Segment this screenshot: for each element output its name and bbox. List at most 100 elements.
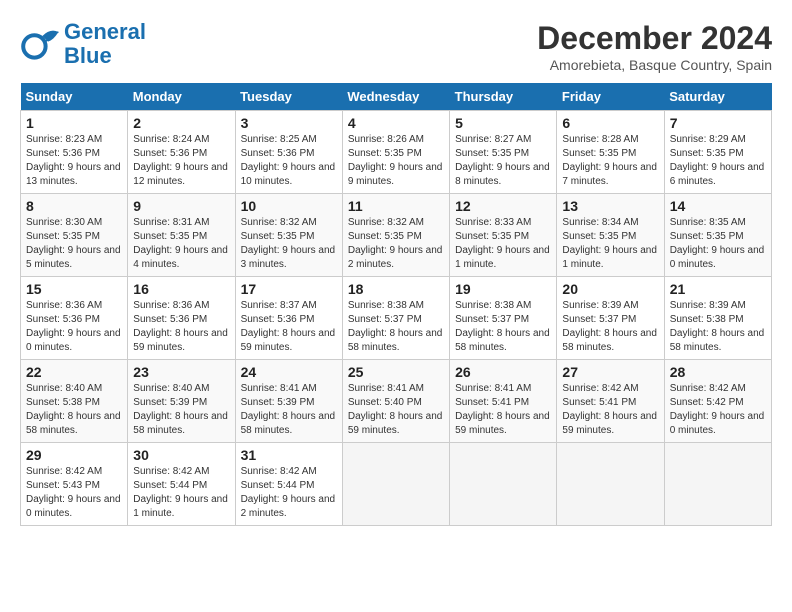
day-info: Sunrise: 8:42 AM Sunset: 5:44 PM Dayligh… <box>133 465 229 521</box>
day-header-friday: Friday <box>557 83 664 111</box>
day-number: 1 <box>26 115 122 131</box>
day-number: 9 <box>133 198 229 214</box>
day-header-sunday: Sunday <box>21 83 128 111</box>
calendar-cell: 24 Sunrise: 8:41 AM Sunset: 5:39 PM Dayli… <box>235 360 342 443</box>
day-number: 22 <box>26 364 122 380</box>
calendar-cell: 4Sunrise: 8:26 AM Sunset: 5:35 PM Daylig… <box>342 111 449 194</box>
calendar-cell: 21 Sunrise: 8:39 AM Sunset: 5:38 PM Dayli… <box>664 277 771 360</box>
day-number: 26 <box>455 364 551 380</box>
day-number: 19 <box>455 281 551 297</box>
day-number: 29 <box>26 447 122 463</box>
day-info: Sunrise: 8:26 AM Sunset: 5:35 PM Dayligh… <box>348 133 444 189</box>
title-block: December 2024 Amorebieta, Basque Country… <box>537 20 772 73</box>
day-number: 15 <box>26 281 122 297</box>
day-header-thursday: Thursday <box>450 83 557 111</box>
day-info: Sunrise: 8:39 AM Sunset: 5:37 PM Dayligh… <box>562 299 658 355</box>
calendar-cell: 11 Sunrise: 8:32 AM Sunset: 5:35 PM Dayli… <box>342 194 449 277</box>
day-info: Sunrise: 8:29 AM Sunset: 5:35 PM Dayligh… <box>670 133 766 189</box>
calendar-cell: 18Sunrise: 8:38 AM Sunset: 5:37 PM Dayli… <box>342 277 449 360</box>
day-info: Sunrise: 8:40 AM Sunset: 5:38 PM Dayligh… <box>26 382 122 438</box>
calendar-cell: 27 Sunrise: 8:42 AM Sunset: 5:41 PM Dayli… <box>557 360 664 443</box>
day-number: 6 <box>562 115 658 131</box>
calendar-cell: 6 Sunrise: 8:28 AM Sunset: 5:35 PM Daylig… <box>557 111 664 194</box>
day-number: 3 <box>241 115 337 131</box>
day-info: Sunrise: 8:35 AM Sunset: 5:35 PM Dayligh… <box>670 216 766 272</box>
calendar-week-row: 1 Sunrise: 8:23 AM Sunset: 5:36 PM Daylig… <box>21 111 772 194</box>
calendar-cell: 28 Sunrise: 8:42 AM Sunset: 5:42 PM Dayli… <box>664 360 771 443</box>
calendar-cell: 30 Sunrise: 8:42 AM Sunset: 5:44 PM Dayli… <box>128 443 235 526</box>
calendar-cell: 1 Sunrise: 8:23 AM Sunset: 5:36 PM Daylig… <box>21 111 128 194</box>
day-header-tuesday: Tuesday <box>235 83 342 111</box>
day-header-wednesday: Wednesday <box>342 83 449 111</box>
day-info: Sunrise: 8:32 AM Sunset: 5:35 PM Dayligh… <box>348 216 444 272</box>
day-info: Sunrise: 8:37 AM Sunset: 5:36 PM Dayligh… <box>241 299 337 355</box>
calendar-cell: 23Sunrise: 8:40 AM Sunset: 5:39 PM Dayli… <box>128 360 235 443</box>
day-info: Sunrise: 8:38 AM Sunset: 5:37 PM Dayligh… <box>455 299 551 355</box>
calendar-week-row: 15 Sunrise: 8:36 AM Sunset: 5:36 PM Dayli… <box>21 277 772 360</box>
day-number: 17 <box>241 281 337 297</box>
day-header-saturday: Saturday <box>664 83 771 111</box>
day-info: Sunrise: 8:27 AM Sunset: 5:35 PM Dayligh… <box>455 133 551 189</box>
day-info: Sunrise: 8:31 AM Sunset: 5:35 PM Dayligh… <box>133 216 229 272</box>
calendar-cell: 7Sunrise: 8:29 AM Sunset: 5:35 PM Daylig… <box>664 111 771 194</box>
calendar-cell: 17 Sunrise: 8:37 AM Sunset: 5:36 PM Dayli… <box>235 277 342 360</box>
day-number: 23 <box>133 364 229 380</box>
day-info: Sunrise: 8:41 AM Sunset: 5:40 PM Dayligh… <box>348 382 444 438</box>
calendar-cell: 5 Sunrise: 8:27 AM Sunset: 5:35 PM Daylig… <box>450 111 557 194</box>
day-info: Sunrise: 8:41 AM Sunset: 5:39 PM Dayligh… <box>241 382 337 438</box>
calendar-cell <box>450 443 557 526</box>
day-number: 30 <box>133 447 229 463</box>
calendar-cell: 19 Sunrise: 8:38 AM Sunset: 5:37 PM Dayli… <box>450 277 557 360</box>
day-info: Sunrise: 8:28 AM Sunset: 5:35 PM Dayligh… <box>562 133 658 189</box>
calendar-cell: 25Sunrise: 8:41 AM Sunset: 5:40 PM Dayli… <box>342 360 449 443</box>
page-header: General Blue December 2024 Amorebieta, B… <box>20 20 772 73</box>
calendar-cell: 31 Sunrise: 8:42 AM Sunset: 5:44 PM Dayli… <box>235 443 342 526</box>
day-info: Sunrise: 8:32 AM Sunset: 5:35 PM Dayligh… <box>241 216 337 272</box>
day-info: Sunrise: 8:39 AM Sunset: 5:38 PM Dayligh… <box>670 299 766 355</box>
day-info: Sunrise: 8:42 AM Sunset: 5:43 PM Dayligh… <box>26 465 122 521</box>
calendar-cell: 9 Sunrise: 8:31 AM Sunset: 5:35 PM Daylig… <box>128 194 235 277</box>
day-info: Sunrise: 8:41 AM Sunset: 5:41 PM Dayligh… <box>455 382 551 438</box>
day-number: 8 <box>26 198 122 214</box>
calendar-cell <box>342 443 449 526</box>
calendar-header-row: SundayMondayTuesdayWednesdayThursdayFrid… <box>21 83 772 111</box>
calendar-cell: 3Sunrise: 8:25 AM Sunset: 5:36 PM Daylig… <box>235 111 342 194</box>
logo-general: General <box>64 19 146 44</box>
day-info: Sunrise: 8:42 AM Sunset: 5:41 PM Dayligh… <box>562 382 658 438</box>
calendar-cell: 26 Sunrise: 8:41 AM Sunset: 5:41 PM Dayli… <box>450 360 557 443</box>
day-info: Sunrise: 8:30 AM Sunset: 5:35 PM Dayligh… <box>26 216 122 272</box>
calendar-week-row: 8 Sunrise: 8:30 AM Sunset: 5:35 PM Daylig… <box>21 194 772 277</box>
day-number: 18 <box>348 281 444 297</box>
day-header-monday: Monday <box>128 83 235 111</box>
calendar-cell: 10 Sunrise: 8:32 AM Sunset: 5:35 PM Dayli… <box>235 194 342 277</box>
day-number: 11 <box>348 198 444 214</box>
day-info: Sunrise: 8:42 AM Sunset: 5:44 PM Dayligh… <box>241 465 337 521</box>
calendar-cell: 13Sunrise: 8:34 AM Sunset: 5:35 PM Dayli… <box>557 194 664 277</box>
calendar-week-row: 22 Sunrise: 8:40 AM Sunset: 5:38 PM Dayli… <box>21 360 772 443</box>
logo-blue: Blue <box>64 43 112 68</box>
day-number: 27 <box>562 364 658 380</box>
calendar-cell: 29 Sunrise: 8:42 AM Sunset: 5:43 PM Dayli… <box>21 443 128 526</box>
day-number: 2 <box>133 115 229 131</box>
day-info: Sunrise: 8:42 AM Sunset: 5:42 PM Dayligh… <box>670 382 766 438</box>
day-info: Sunrise: 8:23 AM Sunset: 5:36 PM Dayligh… <box>26 133 122 189</box>
day-number: 31 <box>241 447 337 463</box>
day-number: 20 <box>562 281 658 297</box>
calendar-cell: 20 Sunrise: 8:39 AM Sunset: 5:37 PM Dayli… <box>557 277 664 360</box>
day-info: Sunrise: 8:36 AM Sunset: 5:36 PM Dayligh… <box>133 299 229 355</box>
day-number: 21 <box>670 281 766 297</box>
day-number: 5 <box>455 115 551 131</box>
day-number: 24 <box>241 364 337 380</box>
calendar-cell: 22 Sunrise: 8:40 AM Sunset: 5:38 PM Dayli… <box>21 360 128 443</box>
calendar-cell: 14 Sunrise: 8:35 AM Sunset: 5:35 PM Dayli… <box>664 194 771 277</box>
day-info: Sunrise: 8:36 AM Sunset: 5:36 PM Dayligh… <box>26 299 122 355</box>
calendar-cell: 8 Sunrise: 8:30 AM Sunset: 5:35 PM Daylig… <box>21 194 128 277</box>
day-number: 16 <box>133 281 229 297</box>
calendar-table: SundayMondayTuesdayWednesdayThursdayFrid… <box>20 83 772 526</box>
day-number: 13 <box>562 198 658 214</box>
day-number: 10 <box>241 198 337 214</box>
day-number: 14 <box>670 198 766 214</box>
day-number: 28 <box>670 364 766 380</box>
logo: General Blue <box>20 20 146 68</box>
month-title: December 2024 <box>537 20 772 57</box>
